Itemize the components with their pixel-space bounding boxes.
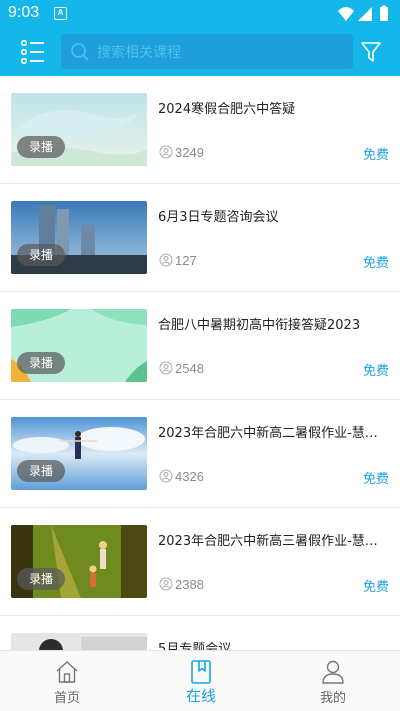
person-icon: [322, 660, 344, 684]
course-thumbnail: 录播: [11, 309, 147, 382]
course-item[interactable]: 录播 2023年合肥六中新高二暑假作业-慧名师寒暑假答疑 4326 免费: [0, 400, 400, 508]
recording-badge: 录播: [17, 136, 66, 158]
recording-badge: 录播: [17, 568, 66, 590]
nav-online-label: 在线: [185, 687, 216, 705]
course-thumbnail: 录播: [11, 201, 147, 274]
book-icon: [191, 660, 211, 684]
recording-badge: 录播: [17, 460, 66, 482]
wifi-icon: [338, 7, 354, 21]
course-title: 2023年合肥六中新高三暑假作业-慧名师寒暑假答疑: [158, 534, 390, 549]
person-icon: [159, 253, 173, 267]
course-title: 5月专题会议: [158, 642, 232, 650]
status-time: 9:03: [8, 4, 40, 21]
course-item[interactable]: 录播 6月3日专题咨询会议 127 免费: [0, 184, 400, 292]
course-title: 合肥八中暑期初高中衔接答疑2023: [158, 318, 361, 333]
view-count-value: 3249: [175, 145, 204, 160]
status-icons: [338, 5, 388, 21]
search-input[interactable]: 搜索相关课程: [61, 34, 353, 69]
person-icon: [159, 145, 173, 159]
status-bar: 9:03 A: [0, 0, 400, 28]
menu-icon[interactable]: [16, 38, 48, 66]
home-icon: [56, 661, 78, 683]
top-bar: 搜索相关课程: [0, 28, 400, 76]
course-title: 6月3日专题咨询会议: [158, 210, 279, 225]
person-icon: [159, 361, 173, 375]
nav-home[interactable]: 首页: [0, 651, 134, 711]
nav-mine[interactable]: 我的: [266, 651, 400, 711]
view-count-value: 4326: [175, 469, 204, 484]
recording-badge: 录播: [17, 244, 66, 266]
course-thumbnail: 录播: [11, 93, 147, 166]
course-thumbnail: 录播: [11, 417, 147, 490]
course-item[interactable]: 录播 2023年合肥六中新高三暑假作业-慧名师寒暑假答疑 2388 免费: [0, 508, 400, 616]
price-label: 免费: [362, 148, 389, 163]
view-count-value: 127: [175, 253, 197, 268]
nav-online[interactable]: 在线: [134, 651, 268, 711]
course-thumbnail: [11, 633, 147, 650]
notification-icon: A: [54, 7, 67, 20]
search-placeholder: 搜索相关课程: [97, 45, 181, 61]
search-icon: [71, 43, 89, 61]
course-title: 2023年合肥六中新高二暑假作业-慧名师寒暑假答疑: [158, 426, 390, 441]
course-item[interactable]: 5月专题会议: [0, 616, 400, 650]
nav-mine-label: 我的: [319, 691, 346, 706]
price-label: 免费: [362, 256, 389, 271]
filter-icon[interactable]: [360, 40, 382, 64]
course-item[interactable]: 录播 2024寒假合肥六中答疑 3249 免费: [0, 76, 400, 184]
price-label: 免费: [362, 364, 389, 379]
course-list[interactable]: 录播 2024寒假合肥六中答疑 3249 免费 录播 6月3日专题咨询会议 12…: [0, 76, 400, 650]
person-icon: [159, 577, 173, 591]
price-label: 免费: [362, 472, 389, 487]
course-item[interactable]: 录播 合肥八中暑期初高中衔接答疑2023 2548 免费: [0, 292, 400, 400]
recording-badge: 录播: [17, 352, 66, 374]
person-icon: [159, 469, 173, 483]
battery-icon: [380, 7, 388, 21]
price-label: 免费: [362, 580, 389, 595]
signal-icon: [358, 7, 372, 21]
bottom-nav: 首页 在线 我的: [0, 650, 400, 711]
view-count-value: 2548: [175, 361, 204, 376]
course-thumbnail: 录播: [11, 525, 147, 598]
view-count-value: 2388: [175, 577, 204, 592]
course-title: 2024寒假合肥六中答疑: [158, 102, 296, 117]
nav-home-label: 首页: [53, 691, 80, 706]
